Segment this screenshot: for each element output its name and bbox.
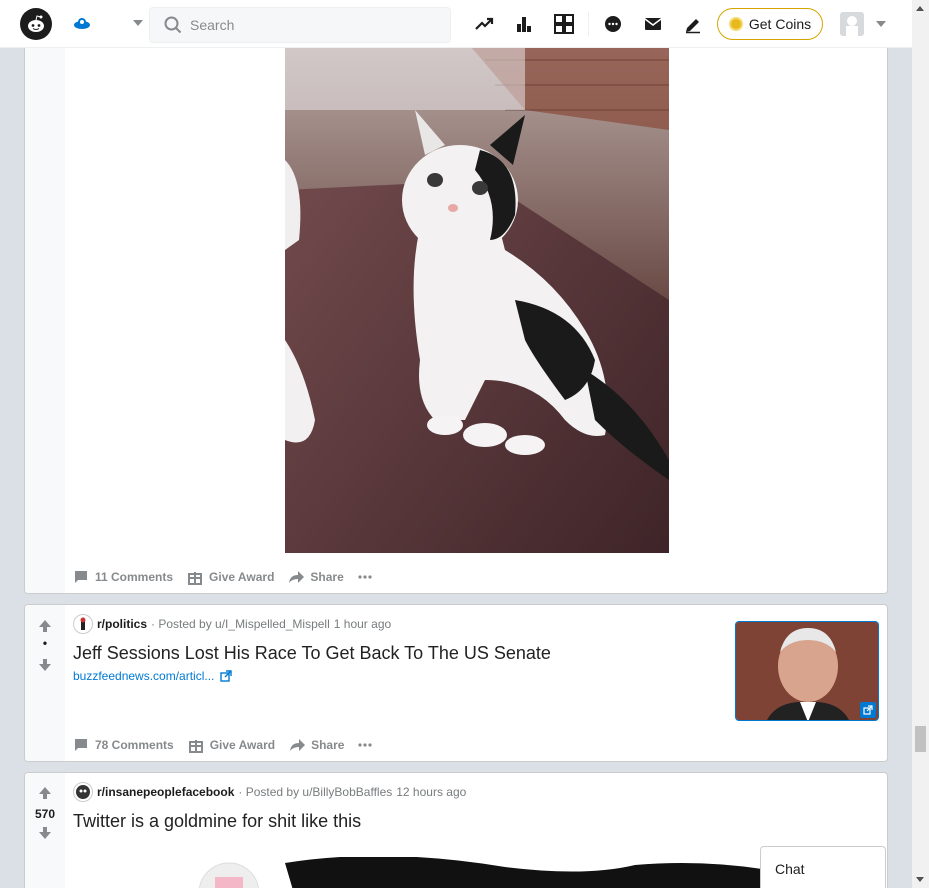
trending-icon[interactable] xyxy=(474,14,494,34)
more-dots-icon xyxy=(358,743,373,747)
comments-button[interactable]: 11 Comments xyxy=(73,569,173,585)
share-label: Share xyxy=(311,738,345,752)
get-coins-label: Get Coins xyxy=(748,16,812,32)
upvote-arrow-icon[interactable] xyxy=(38,786,52,800)
get-coins-button[interactable]: Get Coins xyxy=(717,8,823,40)
subreddit-link[interactable]: r/insanepeoplefacebook xyxy=(97,785,234,799)
post-card[interactable]: 11 Comments Give Award Share xyxy=(24,40,888,594)
page-scrollbar[interactable] xyxy=(912,0,929,888)
share-icon xyxy=(289,571,305,583)
post-image[interactable] xyxy=(285,41,669,553)
scroll-up-arrow-icon[interactable] xyxy=(916,6,924,11)
chat-label: Chat xyxy=(775,861,805,877)
post-card[interactable]: 570 r/insanepeoplefacebook · Posted by u… xyxy=(24,772,888,888)
post-link[interactable]: buzzfeednews.com/articl... xyxy=(73,669,233,683)
user-avatar[interactable] xyxy=(840,12,864,36)
post-thumbnail[interactable] xyxy=(735,621,879,721)
header-divider xyxy=(588,12,589,36)
give-award-button[interactable]: Give Award xyxy=(188,737,275,753)
gift-icon xyxy=(188,572,203,585)
user-menu-chevron-icon[interactable] xyxy=(876,21,886,27)
scroll-down-arrow-icon[interactable] xyxy=(916,877,924,882)
post-title[interactable]: Jeff Sessions Lost His Race To Get Back … xyxy=(73,643,551,664)
post-title[interactable]: Twitter is a goldmine for shit like this xyxy=(73,811,361,832)
post-time[interactable]: 1 hour ago xyxy=(334,617,391,631)
chat-icon[interactable] xyxy=(603,14,623,34)
give-award-label: Give Award xyxy=(209,570,275,584)
posted-by[interactable]: · Posted by u/I_Mispelled_Mispell xyxy=(151,617,330,631)
create-post-pencil-icon[interactable] xyxy=(683,14,703,34)
posted-by[interactable]: · Posted by u/BillyBobBaffles xyxy=(238,785,392,799)
scroll-thumb[interactable] xyxy=(915,726,926,752)
post-actions: 11 Comments Give Award Share xyxy=(73,569,386,585)
share-icon xyxy=(290,739,306,751)
gift-icon xyxy=(188,740,203,753)
vote-count: • xyxy=(42,636,48,650)
give-award-button[interactable]: Give Award xyxy=(187,569,274,585)
share-button[interactable]: Share xyxy=(289,737,344,753)
comment-icon xyxy=(75,739,87,751)
share-button[interactable]: Share xyxy=(288,569,344,585)
more-dots-icon xyxy=(358,575,372,579)
give-award-label: Give Award xyxy=(209,738,276,752)
more-options-button[interactable] xyxy=(358,743,373,747)
inbox-icon[interactable] xyxy=(643,14,663,34)
post-card[interactable]: • r/politics · Posted by u/I_Mispelled_M… xyxy=(24,604,888,762)
vote-count: 570 xyxy=(34,807,56,821)
post-image-preview[interactable] xyxy=(185,855,785,888)
leaderboard-icon[interactable] xyxy=(514,14,534,34)
subreddit-link[interactable]: r/politics xyxy=(97,617,147,631)
reddit-logo-icon[interactable] xyxy=(20,8,52,40)
comments-button[interactable]: 78 Comments xyxy=(73,737,174,753)
more-options-button[interactable] xyxy=(358,575,372,579)
coin-icon xyxy=(728,17,743,31)
post-time[interactable]: 12 hours ago xyxy=(396,785,466,799)
chat-tab[interactable]: Chat xyxy=(760,846,886,888)
downvote-arrow-icon[interactable] xyxy=(38,826,52,840)
external-link-icon xyxy=(220,670,233,682)
upvote-arrow-icon[interactable] xyxy=(38,619,52,633)
comments-count: 78 Comments xyxy=(95,738,174,752)
rpan-icon[interactable] xyxy=(554,14,574,34)
post-actions: 78 Comments Give Award Share xyxy=(73,737,386,753)
search-bar[interactable]: Search xyxy=(149,7,451,43)
subreddit-icon[interactable] xyxy=(73,614,93,634)
popular-feed-icon[interactable] xyxy=(72,14,92,34)
comment-icon xyxy=(75,571,87,583)
feed-dropdown-chevron-icon[interactable] xyxy=(133,20,143,26)
share-label: Share xyxy=(310,570,344,584)
comments-count: 11 Comments xyxy=(95,570,174,584)
top-header: Search Get Coins xyxy=(0,0,912,48)
vote-column xyxy=(25,41,65,593)
downvote-arrow-icon[interactable] xyxy=(38,658,52,672)
subreddit-icon[interactable] xyxy=(73,782,93,802)
post-meta: r/politics · Posted by u/I_Mispelled_Mis… xyxy=(73,614,391,634)
post-meta: r/insanepeoplefacebook · Posted by u/Bil… xyxy=(73,782,466,802)
search-placeholder: Search xyxy=(190,17,235,33)
search-icon xyxy=(164,16,182,34)
thumbnail-external-link-icon xyxy=(860,702,876,718)
post-link-text: buzzfeednews.com/articl... xyxy=(73,669,215,683)
